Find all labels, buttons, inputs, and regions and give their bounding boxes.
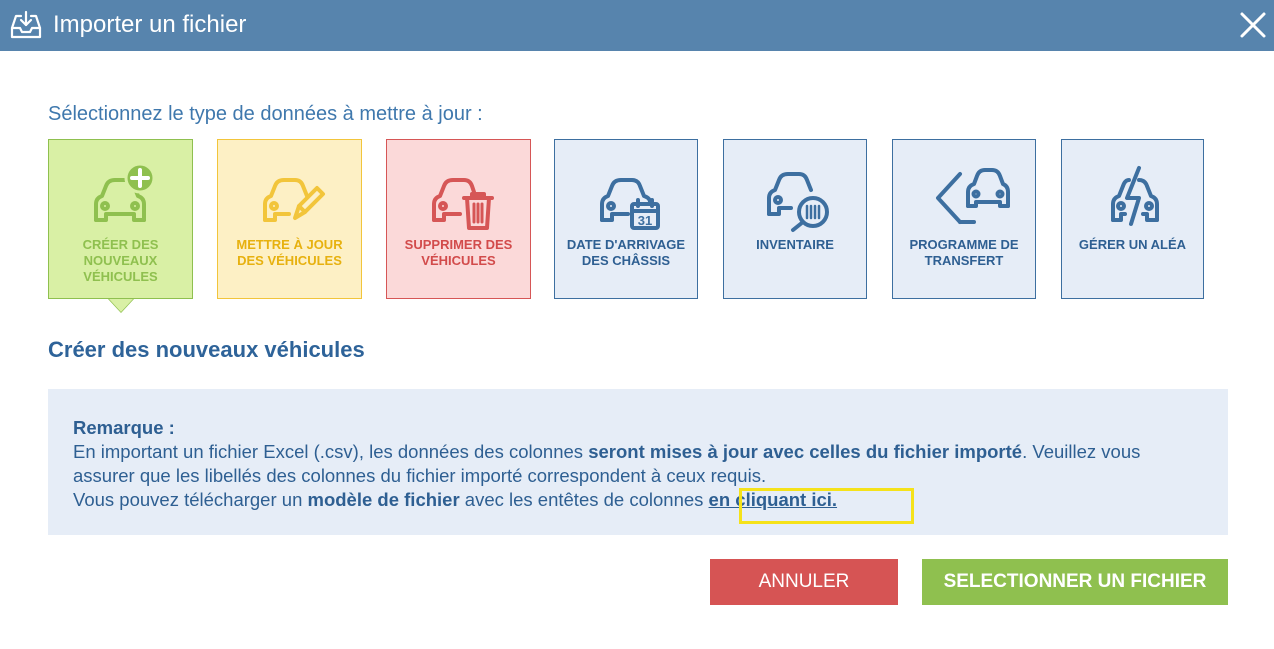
tile-create-vehicles[interactable]: CRÉER DES NOUVEAUX VÉHICULES	[48, 139, 193, 313]
car-calendar-icon: 31	[600, 178, 660, 230]
remark-text: avec les entêtes de colonnes	[459, 489, 709, 510]
car-transfer-icon	[936, 168, 1010, 224]
tile-label: METTRE À JOUR DES VÉHICULES	[236, 237, 343, 268]
tile-manage-incident[interactable]: GÉRER UN ALÉA	[1061, 139, 1204, 299]
tile-label: PROGRAMME DE TRANSFERT	[909, 237, 1019, 268]
tile-chassis-arrival-date[interactable]: 31 DATE D'ARRIVAGE DES CHÂSSIS	[554, 139, 698, 299]
template-file-bold-text: modèle de fichier	[307, 489, 460, 510]
dialog-title: Importer un fichier	[53, 11, 247, 38]
link-highlight-box	[739, 488, 914, 524]
remark-panel: Remarque : En important un fichier Excel…	[48, 389, 1228, 535]
car-add-icon	[94, 162, 156, 222]
close-icon[interactable]	[1238, 10, 1268, 40]
svg-text:31: 31	[638, 213, 652, 228]
car-bolt-icon	[1111, 166, 1159, 226]
remark-title: Remarque :	[73, 417, 175, 438]
tile-transfer-program[interactable]: PROGRAMME DE TRANSFERT	[892, 139, 1036, 299]
tile-label: SUPPRIMER DES VÉHICULES	[404, 237, 513, 268]
tile-label: DATE D'ARRIVAGE DES CHÂSSIS	[566, 237, 686, 268]
type-selection-prompt: Sélectionnez le type de données à mettre…	[48, 103, 483, 125]
tile-update-vehicles[interactable]: METTRE À JOUR DES VÉHICULES	[217, 139, 362, 299]
tile-label: GÉRER UN ALÉA	[1078, 237, 1187, 252]
remark-text: En important un fichier Excel (.csv), le…	[73, 441, 589, 462]
section-title: Créer des nouveaux véhicules	[48, 337, 365, 362]
tile-label: CRÉER DES NOUVEAUX VÉHICULES	[82, 237, 159, 284]
remark-paragraph-2: Vous pouvez télécharger un modèle de fic…	[73, 488, 1203, 512]
cancel-button[interactable]: ANNULER	[710, 559, 898, 605]
car-edit-icon	[263, 178, 325, 222]
tile-label: INVENTAIRE	[756, 237, 834, 252]
remark-bold-text: seront mises à jour avec celles du fichi…	[588, 441, 1023, 462]
tile-delete-vehicles[interactable]: SUPPRIMER DES VÉHICULES	[386, 139, 531, 299]
car-barcode-icon	[767, 172, 829, 232]
remark-text: Vous pouvez télécharger un	[73, 489, 308, 510]
remark-paragraph-1: En important un fichier Excel (.csv), le…	[73, 440, 1203, 488]
selected-pointer-fill	[109, 299, 133, 312]
select-file-button[interactable]: SELECTIONNER UN FICHIER	[922, 559, 1228, 605]
car-delete-icon	[432, 178, 494, 230]
import-tray-icon	[10, 10, 42, 39]
tile-inventory[interactable]: INVENTAIRE	[723, 139, 867, 299]
dialog-header: Importer un fichier	[0, 0, 1274, 51]
